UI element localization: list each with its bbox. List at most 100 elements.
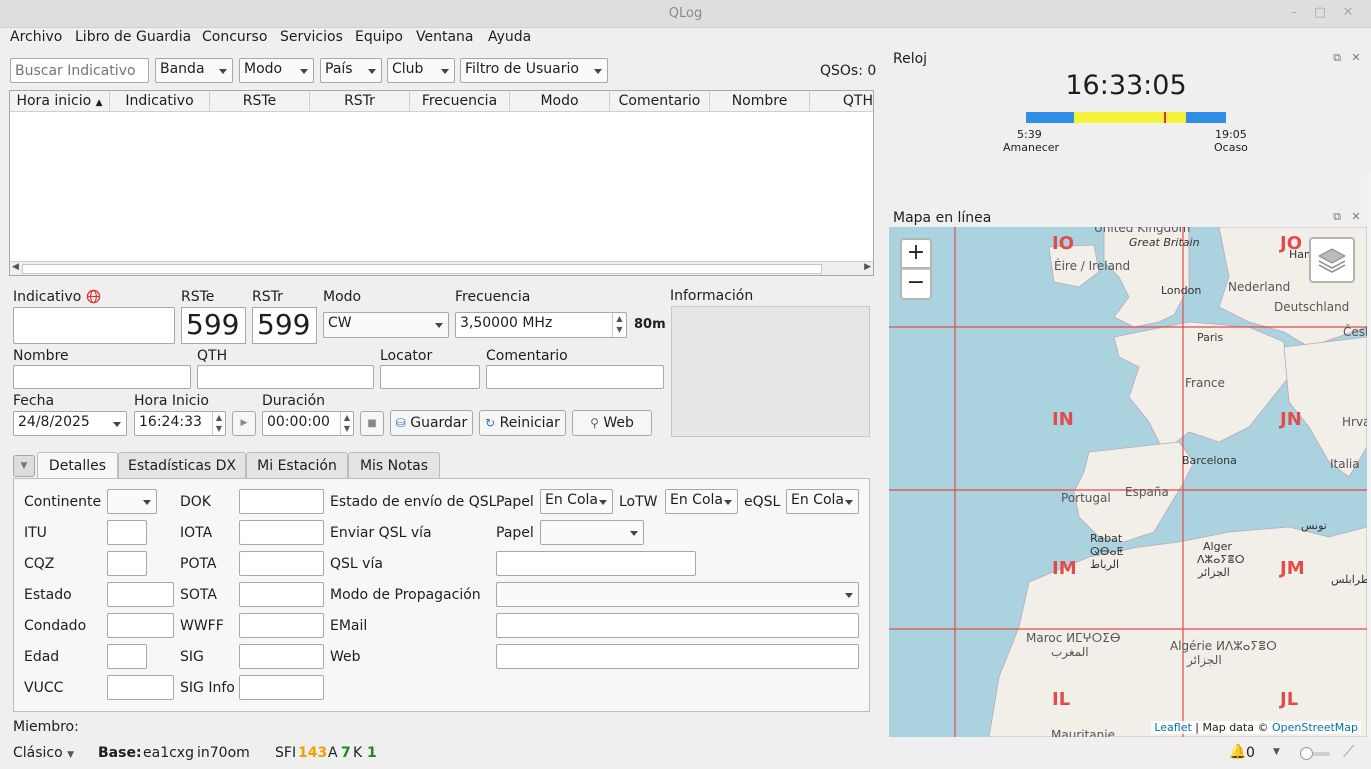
layers-button[interactable] xyxy=(1309,237,1355,283)
daylight-bar xyxy=(1026,112,1226,123)
menu-concurso[interactable]: Concurso xyxy=(202,29,267,45)
club-filter[interactable]: Club xyxy=(387,58,455,83)
lotw-status-select[interactable]: En Cola xyxy=(665,489,738,514)
rst-rcvd-label: RSTr xyxy=(252,289,283,305)
sota-input[interactable] xyxy=(239,582,324,607)
column-header[interactable]: Nombre xyxy=(710,91,810,111)
zoom-out-button[interactable]: − xyxy=(900,269,932,300)
tab-mi-estacion[interactable]: Mi Estación xyxy=(246,452,348,479)
menu-servicios[interactable]: Servicios xyxy=(280,29,343,45)
tab-estadisticas-dx[interactable]: Estadísticas DX xyxy=(118,452,246,479)
float-icon[interactable]: ⧉ xyxy=(1331,211,1343,223)
start-time-input[interactable]: 16:24:33 ▲ ▼ xyxy=(134,411,226,436)
collapse-icon[interactable]: ▼ xyxy=(13,455,35,477)
menu-ventana[interactable]: Ventana xyxy=(416,29,474,45)
rst-sent-input[interactable]: 599 xyxy=(181,307,246,344)
menu-equipo[interactable]: Equipo xyxy=(355,29,403,45)
column-header[interactable]: Modo xyxy=(510,91,610,111)
callsign-input[interactable] xyxy=(13,307,175,344)
mode-select[interactable]: CW xyxy=(323,312,449,338)
send-paper-select[interactable] xyxy=(540,520,644,545)
comment-input[interactable] xyxy=(486,365,664,389)
column-header[interactable]: QTH xyxy=(810,91,873,111)
map-view[interactable]: IO JO IN JN IM JM IL JL United Kingdom G… xyxy=(889,227,1367,737)
scroll-left-icon[interactable]: ◀ xyxy=(12,262,19,272)
column-header[interactable]: Frecuencia xyxy=(410,91,510,111)
search-callsign-input[interactable] xyxy=(10,58,149,83)
propagation-mode-select[interactable] xyxy=(496,582,859,607)
scroll-right-icon[interactable]: ▶ xyxy=(864,262,871,272)
qsl-via-input[interactable] xyxy=(496,551,696,576)
close-icon[interactable]: ✕ xyxy=(1350,211,1362,223)
web-input[interactable] xyxy=(496,644,859,669)
resize-grip-icon[interactable]: ⟋ xyxy=(1343,742,1354,762)
frequency-input[interactable]: 3,50000 MHz ▲ ▼ xyxy=(455,312,627,338)
chevron-down-icon[interactable]: ▼ xyxy=(1273,747,1280,757)
k-index-label: K xyxy=(353,745,363,761)
column-header[interactable]: Hora inicio ▲ xyxy=(10,91,110,111)
pota-input[interactable] xyxy=(239,551,324,576)
paper-status-select[interactable]: En Cola xyxy=(540,489,613,514)
dok-label: DOK xyxy=(180,494,211,510)
web-button[interactable]: ⚲ Web xyxy=(572,410,652,436)
minimize-icon[interactable]: – xyxy=(1286,5,1302,21)
qso-table[interactable]: Hora inicio ▲ Indicativo RSTe RSTr Frecu… xyxy=(9,90,874,276)
iota-input[interactable] xyxy=(239,520,324,545)
country-filter[interactable]: País xyxy=(320,58,382,83)
start-time-stepper[interactable]: ▲ ▼ xyxy=(212,412,225,435)
leaflet-link[interactable]: Leaflet xyxy=(1154,721,1191,734)
continent-select[interactable] xyxy=(107,489,157,514)
layout-selector[interactable]: Clásico ▼ xyxy=(13,745,74,761)
scrollbar-thumb[interactable] xyxy=(22,264,822,274)
eqsl-status-select[interactable]: En Cola xyxy=(786,489,859,514)
bell-icon[interactable]: 🔔 xyxy=(1229,744,1246,760)
cqz-input[interactable] xyxy=(107,551,147,576)
state-input[interactable] xyxy=(107,582,174,607)
menu-libro-de-guardia[interactable]: Libro de Guardia xyxy=(75,29,191,45)
itu-input[interactable] xyxy=(107,520,147,545)
user-filter[interactable]: Filtro de Usuario xyxy=(460,58,608,83)
menu-archivo[interactable]: Archivo xyxy=(10,29,62,45)
globe-icon[interactable] xyxy=(86,289,101,304)
rst-rcvd-input[interactable]: 599 xyxy=(252,307,317,344)
map-place: ⴷⵣⴰⵢⴻⵔ xyxy=(1197,553,1245,566)
band-filter[interactable]: Banda xyxy=(155,58,233,83)
wwff-input[interactable] xyxy=(239,613,324,638)
slider-handle[interactable] xyxy=(1300,747,1313,760)
tab-mis-notas[interactable]: Mis Notas xyxy=(348,452,440,479)
close-icon[interactable]: ✕ xyxy=(1340,5,1356,21)
play-button[interactable]: ▶ xyxy=(232,411,256,436)
sig-input[interactable] xyxy=(239,644,324,669)
close-icon[interactable]: ✕ xyxy=(1350,52,1362,64)
age-input[interactable] xyxy=(107,644,147,669)
zoom-in-button[interactable]: + xyxy=(900,238,932,269)
name-input[interactable] xyxy=(13,365,191,389)
email-input[interactable] xyxy=(496,613,859,638)
qth-input[interactable] xyxy=(197,365,374,389)
osm-link[interactable]: OpenStreetMap xyxy=(1272,721,1358,734)
save-button[interactable]: ⛁ Guardar xyxy=(390,410,473,436)
maximize-icon[interactable]: ▢ xyxy=(1312,5,1328,21)
column-header[interactable]: Indicativo xyxy=(110,91,210,111)
column-header[interactable]: RSTe xyxy=(210,91,310,111)
date-input[interactable]: 24/8/2025 xyxy=(13,411,127,436)
frequency-stepper[interactable]: ▲ ▼ xyxy=(612,313,626,337)
mode-filter[interactable]: Modo xyxy=(239,58,314,83)
column-header[interactable]: Comentario xyxy=(610,91,710,111)
duration-stepper[interactable]: ▲ ▼ xyxy=(340,412,353,435)
locator-input[interactable] xyxy=(380,365,480,389)
qso-count: QSOs: 0 xyxy=(820,63,877,79)
reset-button[interactable]: ↻ Reiniciar xyxy=(479,410,566,436)
vucc-input[interactable] xyxy=(107,675,174,700)
dok-input[interactable] xyxy=(239,489,324,514)
float-icon[interactable]: ⧉ xyxy=(1331,52,1343,64)
sig-info-input[interactable] xyxy=(239,675,324,700)
stop-button[interactable]: ■ xyxy=(360,411,384,436)
duration-input[interactable]: 00:00:00 ▲ ▼ xyxy=(262,411,354,436)
map-place: Great Britain xyxy=(1129,236,1200,249)
horizontal-scrollbar[interactable]: ◀ ▶ xyxy=(10,261,873,275)
column-header[interactable]: RSTr xyxy=(310,91,410,111)
menu-ayuda[interactable]: Ayuda xyxy=(488,29,531,45)
tab-detalles[interactable]: Detalles xyxy=(37,452,118,480)
county-input[interactable] xyxy=(107,613,174,638)
